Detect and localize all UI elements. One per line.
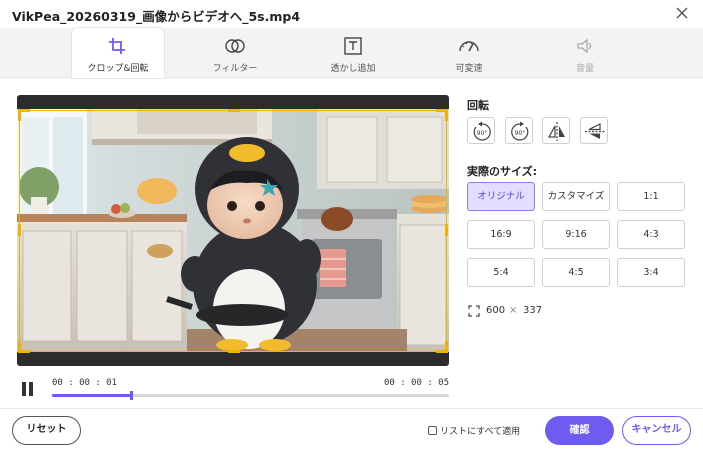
rotate-left-90-icon: 90° [473,121,491,141]
edit-tabs: クロップ&回転 フィルター 透かし追加 可変速 音量 [0,28,703,78]
cancel-button[interactable]: キャンセル [622,416,691,445]
rotate-right-90-icon: 90° [511,121,529,141]
rotate-right-label: 90° [515,130,526,137]
tab-label: クロップ&回転 [87,64,149,74]
size-option-4-5[interactable]: 4:5 [542,258,610,287]
title-bar: VikPea_20260319_画像からビデオへ_5s.mp4 [0,0,703,28]
rotate-left-label: 90° [477,130,488,137]
speed-icon [459,41,479,52]
size-option-3-4[interactable]: 3:4 [617,258,685,287]
rotation-label: 回転 [467,99,489,112]
apply-to-all-label: リストにすべて適用 [440,427,521,437]
size-option-original[interactable]: オリジナル [467,182,535,211]
checkbox-box[interactable] [428,426,437,435]
rotate-left-button[interactable]: 90° [467,117,495,144]
timeline-slider[interactable] [52,391,449,400]
filter-icon [225,39,245,53]
reset-button[interactable]: リセット [12,416,81,445]
total-time: 00 : 00 : 05 [383,378,449,388]
crop-height: 337 [523,305,543,316]
current-time: 00 : 00 : 01 [52,378,118,388]
crop-width: 600 [486,305,506,316]
tab-label: 音量 [575,64,594,74]
rotate-right-button[interactable]: 90° [505,117,533,144]
tab-label: 可変速 [455,64,483,74]
confirm-button[interactable]: 確認 [545,416,614,445]
size-option-4-3[interactable]: 4:3 [617,220,685,249]
flip-vertical-button[interactable] [580,117,608,144]
actual-size-label: 実際のサイズ: [467,165,538,178]
watermark-icon [344,37,362,55]
dimension-separator: × [509,305,518,316]
video-frame-image [17,109,449,352]
dialog-footer: リセット リストにすべて適用 確認 キャンセル [0,408,703,450]
volume-icon [577,38,592,54]
timeline-progress [52,394,132,397]
tab-watermark[interactable]: 透かし追加 [308,28,398,78]
flip-horizontal-icon [547,122,565,141]
apply-to-all-checkbox[interactable]: リストにすべて適用 [428,424,520,437]
tab-filter[interactable]: フィルター [190,28,280,78]
tab-label: 透かし追加 [330,64,376,74]
size-option-custom[interactable]: カスタマイズ [542,182,610,211]
pause-icon[interactable] [22,382,34,396]
timeline-thumb[interactable] [130,391,134,400]
resize-icon [468,305,480,317]
playback-controls: 00 : 00 : 01 00 : 00 : 05 [17,374,449,404]
flip-horizontal-button[interactable] [542,117,570,144]
crop-icon [109,38,125,54]
size-option-9-16[interactable]: 9:16 [542,220,610,249]
tab-volume: 音量 [542,28,628,78]
close-icon[interactable] [673,4,691,22]
tab-speed[interactable]: 可変速 [425,28,513,78]
video-preview[interactable] [17,95,449,366]
flip-vertical-icon [585,123,605,139]
size-option-1-1[interactable]: 1:1 [617,182,685,211]
window-title: VikPea_20260319_画像からビデオへ_5s.mp4 [12,9,301,24]
tab-crop-rotate[interactable]: クロップ&回転 [72,28,164,78]
size-option-16-9[interactable]: 16:9 [467,220,535,249]
tab-label: フィルター [212,64,258,74]
size-option-5-4[interactable]: 5:4 [467,258,535,287]
